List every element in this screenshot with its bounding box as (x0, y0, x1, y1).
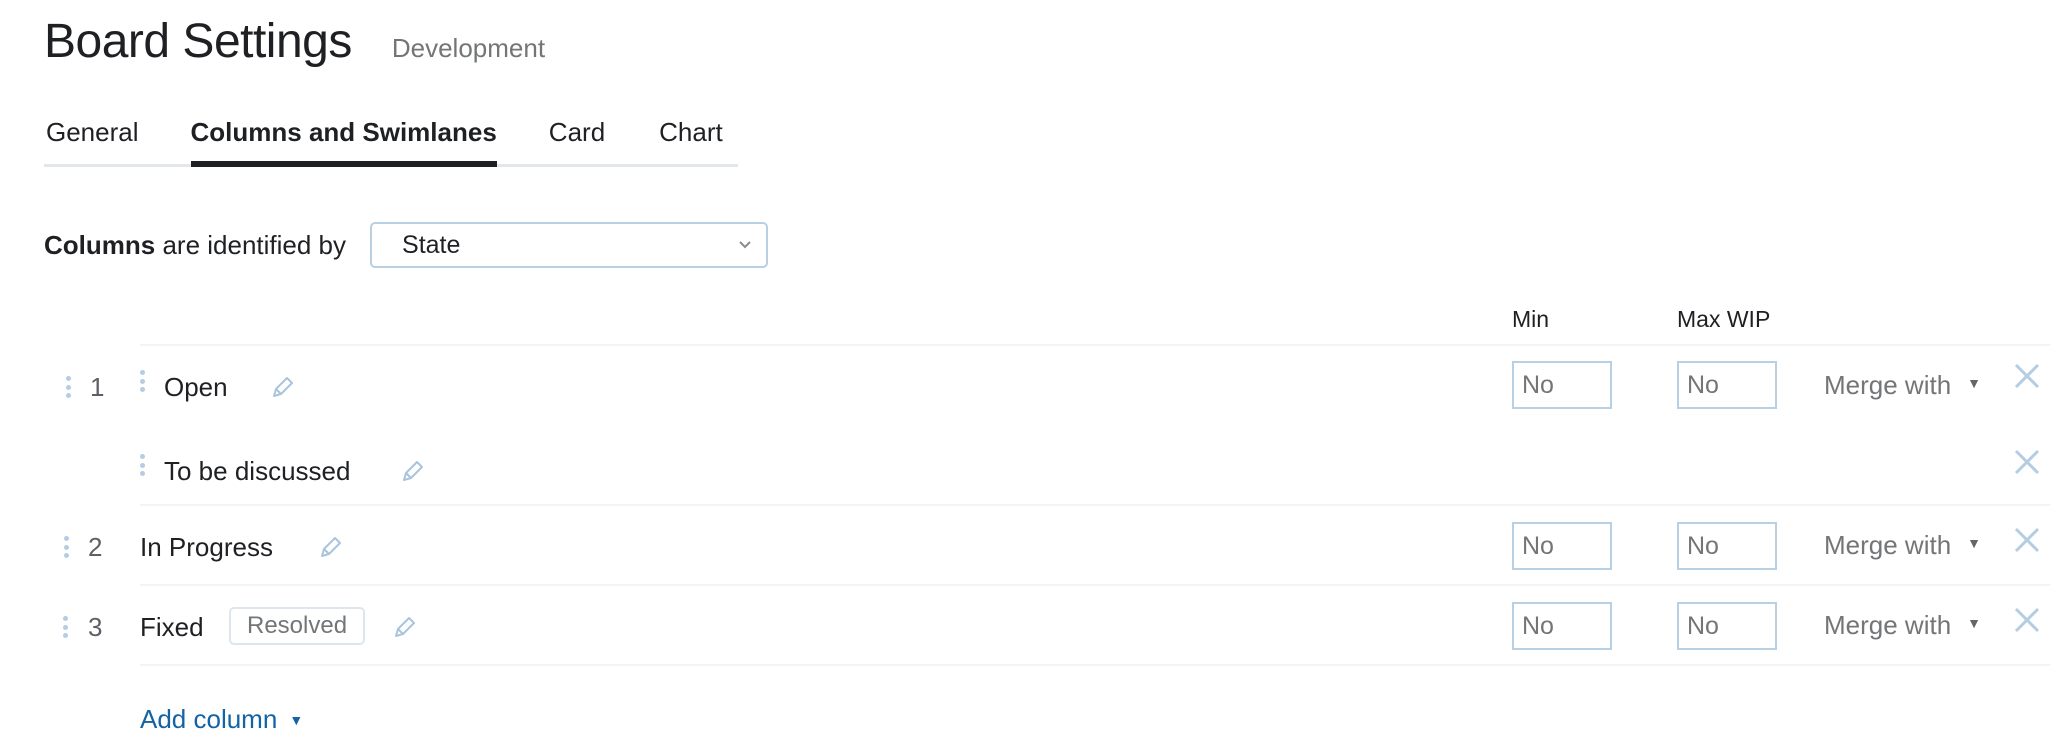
state-name: Open (164, 372, 228, 402)
settings-tabs: General Columns and Swimlanes Card Chart (44, 112, 738, 167)
drag-handle-icon[interactable] (64, 536, 70, 558)
min-column-header: Min (1512, 306, 1550, 332)
drag-handle-icon[interactable] (66, 376, 72, 398)
column-row: 1 Open Merge with ▼ (0, 358, 2066, 418)
caret-down-icon: ▼ (1967, 535, 1982, 551)
identify-label: Columns are identified by (44, 230, 346, 261)
divider (140, 664, 2050, 666)
columns-identified-by: Columns are identified by State (44, 222, 769, 268)
merge-with-label: Merge with (1824, 610, 1952, 640)
edit-pencil-icon[interactable] (390, 614, 418, 642)
column-number: 3 (88, 612, 103, 642)
tab-general[interactable]: General (46, 112, 139, 164)
merge-with-label: Merge with (1824, 370, 1952, 400)
state-drag-handle-icon[interactable] (140, 454, 146, 476)
chevron-down-icon (738, 224, 752, 283)
header: Board Settings Development (44, 14, 545, 69)
edit-pencil-icon[interactable] (398, 458, 426, 486)
add-column-label: Add column (140, 704, 278, 734)
min-input[interactable] (1512, 602, 1612, 650)
divider (140, 344, 2050, 346)
max-wip-column-header: Max WIP (1677, 306, 1771, 332)
edit-pencil-icon[interactable] (316, 534, 344, 562)
max-wip-input[interactable] (1677, 361, 1777, 409)
merge-with-dropdown[interactable]: Merge with ▼ (1824, 370, 1981, 401)
max-wip-input[interactable] (1677, 522, 1777, 570)
tab-chart[interactable]: Chart (659, 112, 723, 164)
page-title: Board Settings (44, 15, 352, 68)
column-row: 3 Fixed Resolved Merge with ▼ (0, 600, 2066, 660)
column-number: 1 (90, 372, 105, 402)
tab-card[interactable]: Card (549, 112, 605, 164)
caret-down-icon: ▼ (1967, 375, 1982, 391)
identify-field-select[interactable]: State (370, 222, 769, 268)
close-icon[interactable] (2013, 362, 2041, 390)
merge-with-dropdown[interactable]: Merge with ▼ (1824, 530, 1981, 561)
divider (140, 504, 2050, 506)
tab-columns-and-swimlanes[interactable]: Columns and Swimlanes (190, 112, 498, 167)
drag-handle-icon[interactable] (63, 616, 69, 638)
min-input[interactable] (1512, 522, 1612, 570)
close-icon[interactable] (2013, 526, 2041, 554)
column-number: 2 (88, 532, 103, 562)
state-name: To be discussed (164, 456, 351, 486)
max-wip-input[interactable] (1677, 602, 1777, 650)
resolved-badge: Resolved (229, 607, 366, 645)
column-state-row: To be discussed (0, 442, 2066, 502)
min-input[interactable] (1512, 361, 1612, 409)
identify-label-rest: are identified by (155, 229, 347, 260)
state-drag-handle-icon[interactable] (140, 370, 146, 392)
board-name: Development (391, 33, 546, 63)
column-row: 2 In Progress Merge with ▼ (0, 520, 2066, 580)
merge-with-label: Merge with (1824, 530, 1952, 560)
caret-down-icon: ▼ (1967, 615, 1982, 631)
divider (140, 584, 2050, 586)
identify-label-bold: Columns (44, 229, 156, 260)
close-icon[interactable] (2013, 606, 2041, 634)
state-name: Fixed (140, 612, 204, 642)
identify-field-value: State (402, 231, 461, 259)
add-column-button[interactable]: Add column ▼ (140, 704, 303, 735)
close-icon[interactable] (2013, 448, 2041, 476)
edit-pencil-icon[interactable] (268, 374, 296, 402)
caret-down-icon: ▼ (289, 712, 304, 728)
state-name: In Progress (140, 532, 273, 562)
merge-with-dropdown[interactable]: Merge with ▼ (1824, 610, 1981, 641)
